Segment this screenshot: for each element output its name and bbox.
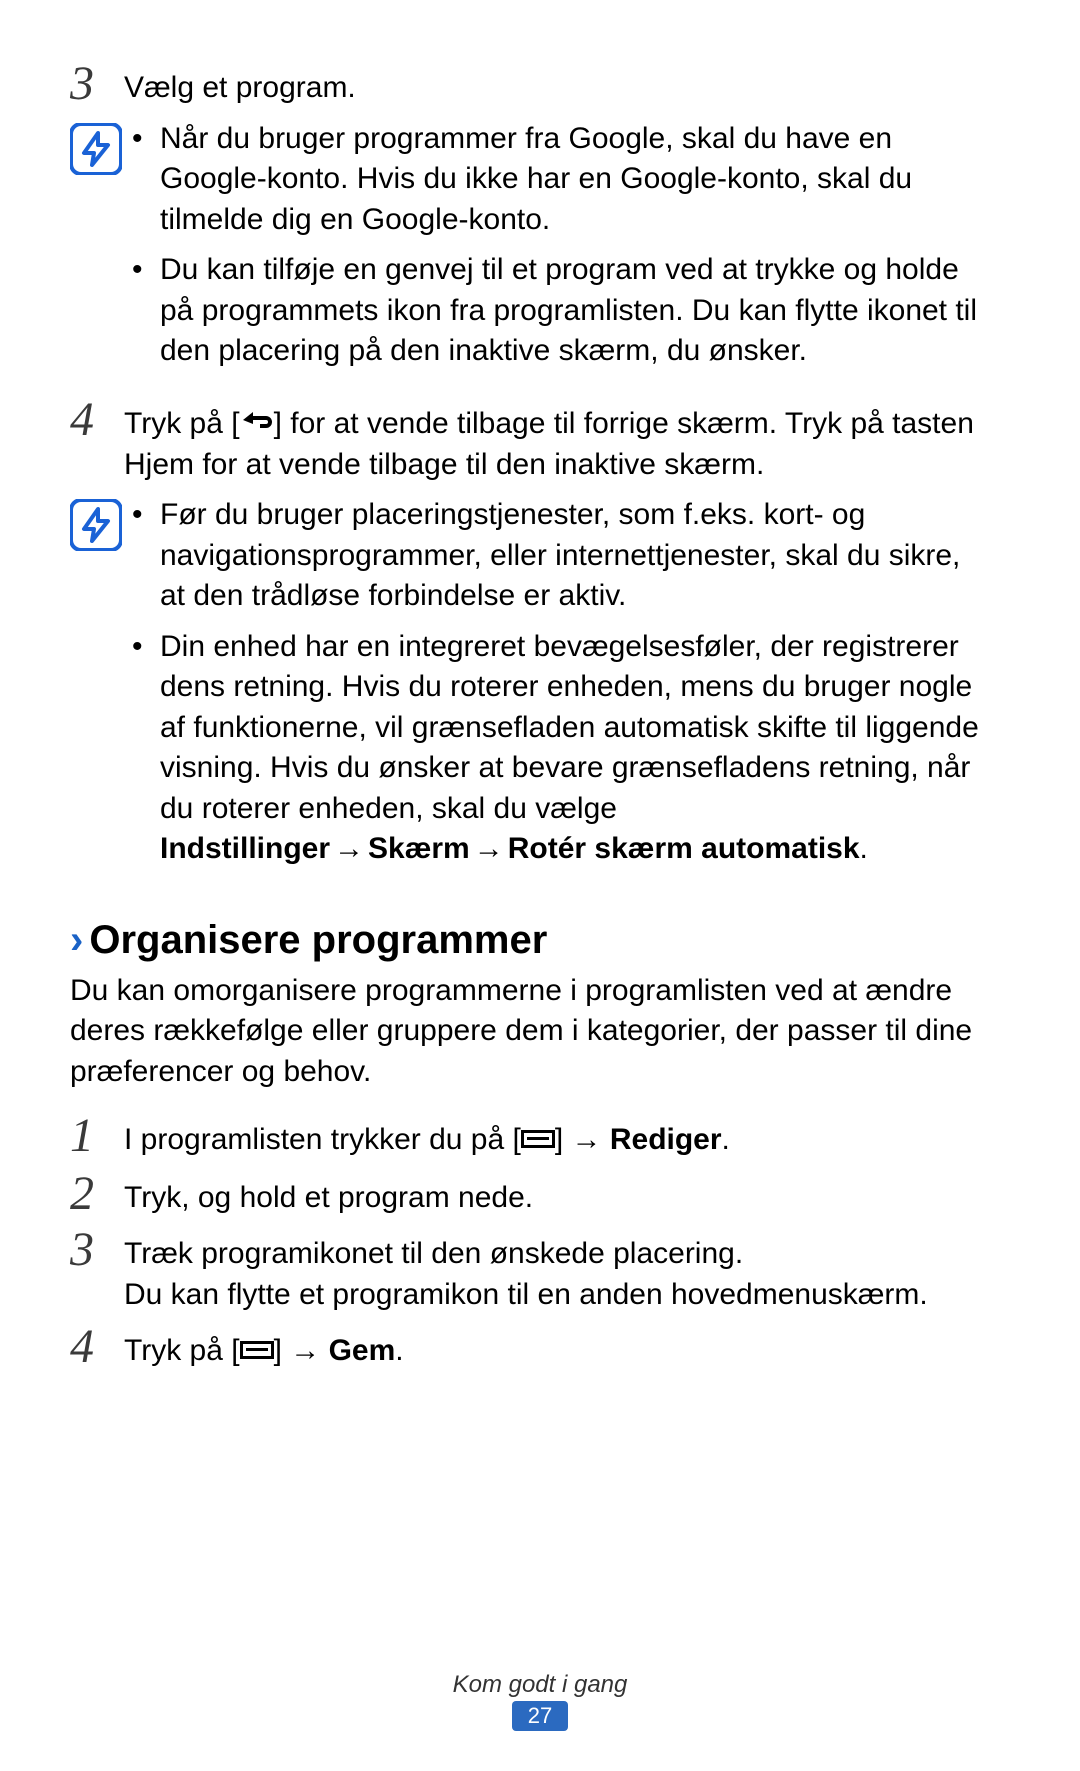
note2-bold-1: Indstillinger <box>160 832 330 865</box>
arrow: → <box>470 832 508 865</box>
note-block-1: Når du bruger programmer fra Google, ska… <box>70 119 990 382</box>
s1-bold: Rediger <box>610 1123 722 1156</box>
note-block-2: Før du bruger placeringstjenester, som f… <box>70 495 990 880</box>
s1-dot: . <box>722 1123 730 1156</box>
note2-item2-a: Din enhed har en integreret bevægelsesfø… <box>160 630 979 825</box>
sec-step-2: 2 Tryk, og hold et program nede. <box>70 1170 990 1219</box>
step4-text-a: Tryk på [ <box>124 407 240 440</box>
s3-a: Træk programikonet til den ønskede place… <box>124 1237 743 1270</box>
note-content-1: Når du bruger programmer fra Google, ska… <box>130 119 990 382</box>
arrow: → <box>330 832 368 865</box>
step-number-3: 3 <box>70 60 124 108</box>
sec-step-4-text: Tryk på [ ] → Gem. <box>124 1323 404 1372</box>
back-icon <box>240 404 274 445</box>
step-4: 4 Tryk på [] for at vende tilbage til fo… <box>70 396 990 486</box>
note1-item1: Når du bruger programmer fra Google, ska… <box>130 119 990 241</box>
section-title: Organisere programmer <box>89 918 547 963</box>
note2-bold-2: Skærm <box>368 832 470 865</box>
step-3: 3 Vælg et program. <box>70 60 990 109</box>
footer-text: Kom godt i gang <box>0 1671 1080 1699</box>
section-heading: › Organisere programmer <box>70 918 990 963</box>
chevron-icon: › <box>70 920 83 960</box>
sec-step-3: 3 Træk programikonet til den ønskede pla… <box>70 1226 990 1315</box>
sec-step-num-2: 2 <box>70 1170 124 1218</box>
menu-icon <box>240 1332 274 1373</box>
sec-step-2-text: Tryk, og hold et program nede. <box>124 1170 533 1219</box>
section-intro: Du kan omorganisere programmerne i progr… <box>70 971 990 1093</box>
note2-item2: Din enhed har en integreret bevægelsesfø… <box>130 627 990 870</box>
sec-step-num-3: 3 <box>70 1226 124 1274</box>
sec-step-num-1: 1 <box>70 1112 124 1160</box>
sec-step-3-text: Træk programikonet til den ønskede place… <box>124 1226 928 1315</box>
note1-item2: Du kan tilføje en genvej til et program … <box>130 250 990 372</box>
sec-step-4: 4 Tryk på [ ] → Gem. <box>70 1323 990 1372</box>
s4-dot: . <box>395 1334 403 1367</box>
s1-a: I programlisten trykker du på [ <box>124 1123 521 1156</box>
note-icon <box>70 495 130 551</box>
sec-step-num-4: 4 <box>70 1323 124 1371</box>
note2-bold-3: Rotér skærm automatisk <box>508 832 860 865</box>
s1-b: ] → <box>555 1123 610 1156</box>
page: 3 Vælg et program. Når du bruger program… <box>0 0 1080 1771</box>
step-3-text: Vælg et program. <box>124 60 356 109</box>
step-number-4: 4 <box>70 396 124 444</box>
s4-b: ] → <box>274 1334 329 1367</box>
sec-step-1-text: I programlisten trykker du på [ ] → Redig… <box>124 1112 730 1161</box>
page-footer: Kom godt i gang 27 <box>0 1671 1080 1731</box>
menu-icon <box>521 1121 555 1162</box>
page-number-badge: 27 <box>512 1701 568 1731</box>
note2-item1: Før du bruger placeringstjenester, som f… <box>130 495 990 617</box>
note2-dot: . <box>860 832 868 865</box>
s4-bold: Gem <box>329 1334 396 1367</box>
s4-a: Tryk på [ <box>124 1334 240 1367</box>
s3-b: Du kan flytte et programikon til en ande… <box>124 1278 928 1311</box>
note-content-2: Før du bruger placeringstjenester, som f… <box>130 495 990 880</box>
note-icon <box>70 119 130 175</box>
step-4-text: Tryk på [] for at vende tilbage til forr… <box>124 396 990 486</box>
sec-step-1: 1 I programlisten trykker du på [ ] → Red… <box>70 1112 990 1161</box>
